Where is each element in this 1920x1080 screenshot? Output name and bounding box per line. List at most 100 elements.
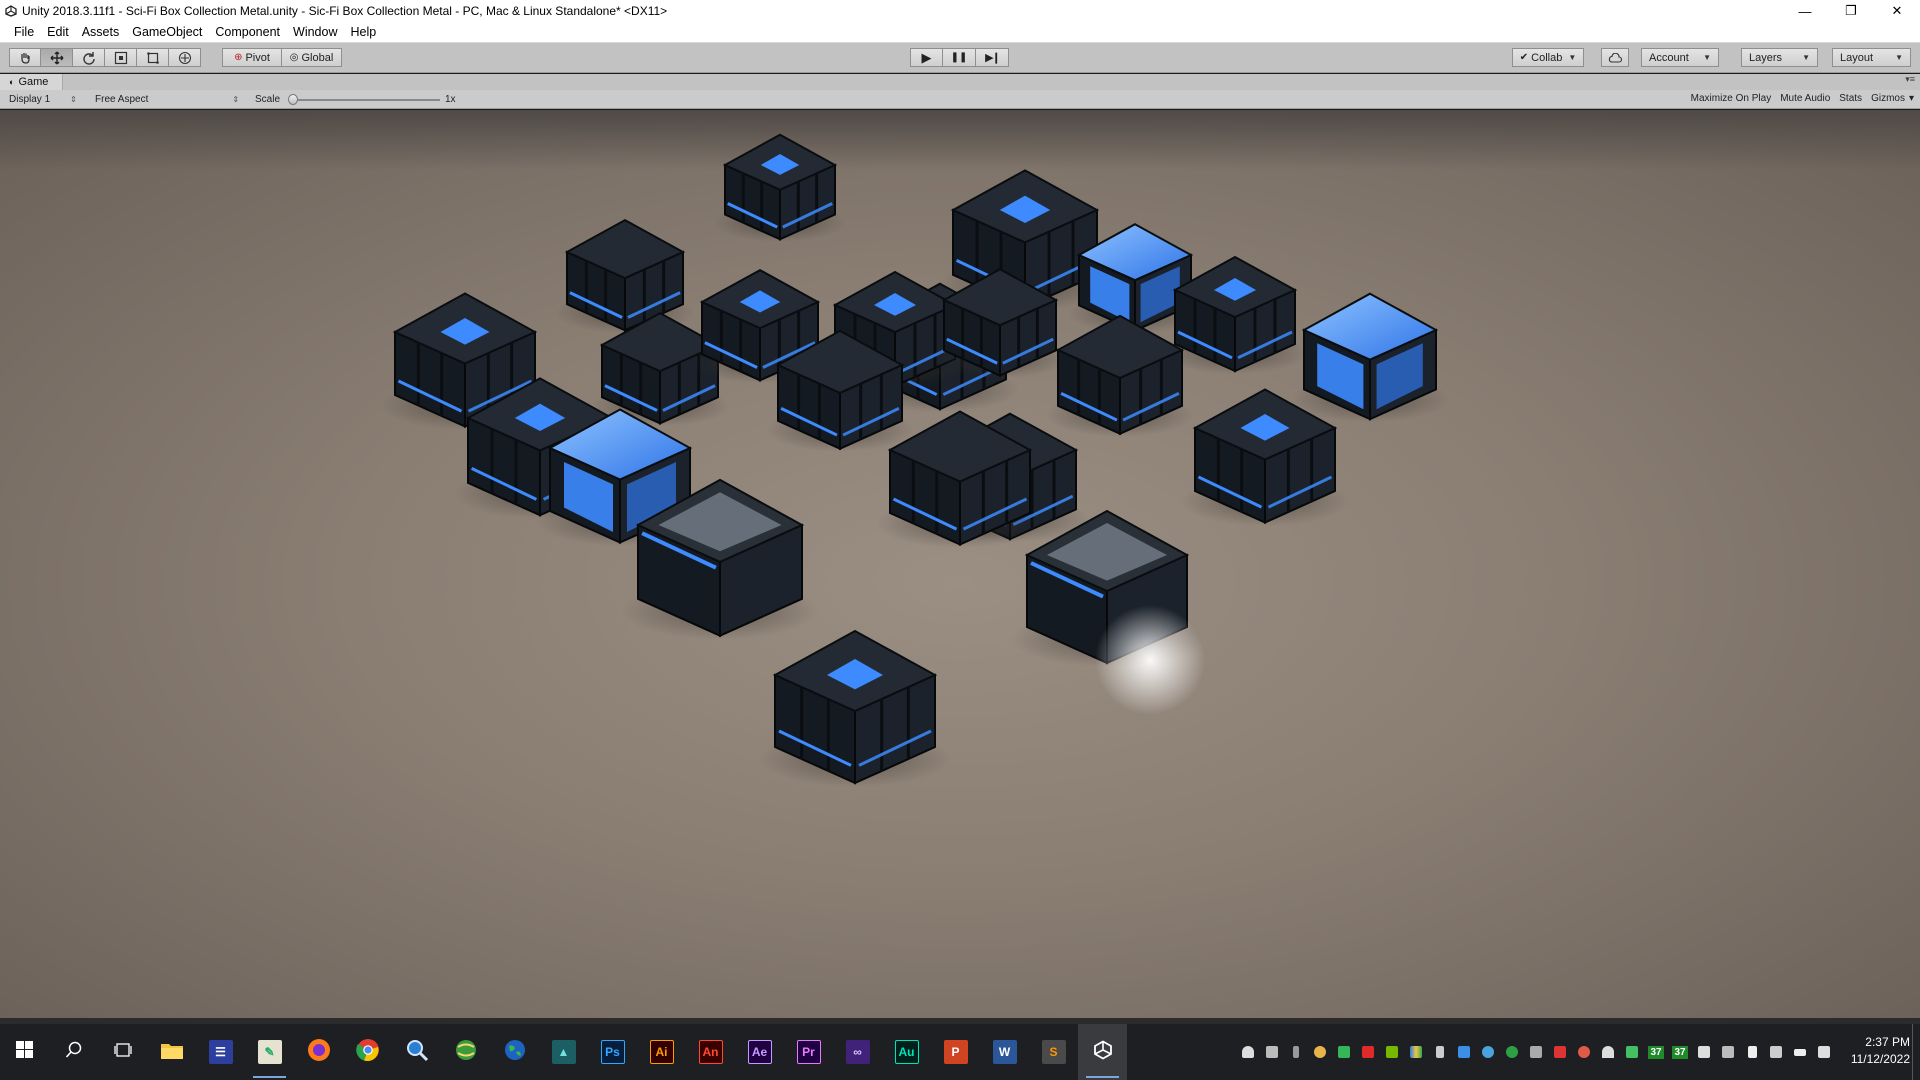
scale-slider-track[interactable] xyxy=(290,99,440,101)
system-clock[interactable]: 2:37 PM 11/12/2022 xyxy=(1840,1034,1910,1068)
tray-pdf-icon[interactable] xyxy=(1548,1024,1572,1080)
taskbar-app-unity[interactable] xyxy=(1078,1024,1127,1080)
pause-button[interactable]: ❚❚ xyxy=(943,48,976,67)
taskbar-app-store[interactable]: ☰ xyxy=(196,1024,245,1080)
tray-green-icon[interactable] xyxy=(1500,1024,1524,1080)
menu-component[interactable]: Component xyxy=(209,25,287,39)
menu-help[interactable]: Help xyxy=(344,25,383,39)
premiere-icon: Pr xyxy=(796,1040,821,1064)
tray-temp-badge-1[interactable]: 37 xyxy=(1644,1024,1668,1080)
menu-gameobject[interactable]: GameObject xyxy=(126,25,209,39)
taskbar-app-visual-studio[interactable]: ∞ xyxy=(833,1024,882,1080)
taskbar-app-powerpoint[interactable]: P xyxy=(931,1024,980,1080)
restore-button[interactable]: ❐ xyxy=(1828,0,1874,22)
show-desktop-button[interactable] xyxy=(1912,1024,1920,1080)
hand-tool-button[interactable] xyxy=(9,48,41,67)
cloud-button[interactable] xyxy=(1601,48,1629,67)
tray-printer-icon[interactable] xyxy=(1716,1024,1740,1080)
menu-file[interactable]: File xyxy=(8,25,41,39)
tray-keyboard-icon[interactable] xyxy=(1524,1024,1548,1080)
gizmos-dropdown[interactable]: Gizmos xyxy=(1871,93,1905,104)
taskbar-app-premiere[interactable]: Pr xyxy=(784,1024,833,1080)
mute-audio-toggle[interactable]: Mute Audio xyxy=(1780,93,1830,104)
tray-shield-icon[interactable] xyxy=(1332,1024,1356,1080)
display-dropdown[interactable]: Display 1 ⇕ xyxy=(9,93,77,106)
global-toggle[interactable]: ◎ Global xyxy=(282,48,342,67)
tray-leaf-icon[interactable] xyxy=(1620,1024,1644,1080)
scale-value: 1x xyxy=(445,94,456,105)
layout-dropdown[interactable]: Layout ▼ xyxy=(1832,48,1911,67)
taskbar-app-sublime[interactable]: S xyxy=(1029,1024,1078,1080)
volume-icon[interactable] xyxy=(1740,1024,1764,1080)
start-button[interactable] xyxy=(0,1024,49,1080)
taskbar-app-audition[interactable]: Au xyxy=(882,1024,931,1080)
taskbar-app-photoshop[interactable]: Ps xyxy=(588,1024,637,1080)
menu-window[interactable]: Window xyxy=(287,25,344,39)
tab-game[interactable]: ◐ Game xyxy=(0,74,64,90)
move-tool-button[interactable] xyxy=(41,48,73,67)
tray-network-app-icon[interactable] xyxy=(1260,1024,1284,1080)
minimize-button[interactable]: — xyxy=(1782,0,1828,22)
taskbar-app-after-effects[interactable]: Ae xyxy=(735,1024,784,1080)
window-title: Unity 2018.3.11f1 - Sci-Fi Box Collectio… xyxy=(22,4,668,18)
taskbar-app-firefox[interactable] xyxy=(294,1024,343,1080)
transform-tool-button[interactable] xyxy=(169,48,201,67)
taskbar-app-magnifier[interactable] xyxy=(392,1024,441,1080)
stats-toggle[interactable]: Stats xyxy=(1839,93,1862,104)
unity-icon xyxy=(1093,1039,1113,1065)
menu-assets[interactable]: Assets xyxy=(76,25,127,39)
account-dropdown[interactable]: Account ▼ xyxy=(1641,48,1719,67)
taskbar-app-earth[interactable] xyxy=(490,1024,539,1080)
layout-group: Layout ▼ xyxy=(1832,48,1911,67)
taskbar-app-file-explorer[interactable] xyxy=(147,1024,196,1080)
panel-menu-icon[interactable]: ▾≡ xyxy=(1905,74,1915,85)
globe-icon: ◎ xyxy=(289,52,299,63)
tray-temp-badge-2[interactable]: 37 xyxy=(1668,1024,1692,1080)
collab-group: ✔ Collab ▼ xyxy=(1512,48,1584,67)
tray-wifi-icon[interactable] xyxy=(1596,1024,1620,1080)
taskbar-app-3d[interactable]: ▲ xyxy=(539,1024,588,1080)
taskbar-app-globe[interactable] xyxy=(441,1024,490,1080)
tray-network-icon[interactable] xyxy=(1764,1024,1788,1080)
account-group: Account ▼ xyxy=(1641,48,1719,67)
scale-tool-button[interactable] xyxy=(105,48,137,67)
tray-sun-icon[interactable] xyxy=(1308,1024,1332,1080)
rotate-tool-button[interactable] xyxy=(73,48,105,67)
notification-icon[interactable] xyxy=(1812,1024,1836,1080)
aspect-dropdown[interactable]: Free Aspect ⇕ xyxy=(95,93,239,106)
scale-slider-thumb[interactable] xyxy=(288,94,298,105)
tray-chat-icon[interactable] xyxy=(1692,1024,1716,1080)
rect-tool-button[interactable] xyxy=(137,48,169,67)
tray-usb-icon[interactable] xyxy=(1284,1024,1308,1080)
tray-nvidia-icon[interactable] xyxy=(1380,1024,1404,1080)
tray-pen-icon[interactable] xyxy=(1428,1024,1452,1080)
layers-dropdown[interactable]: Layers ▼ xyxy=(1741,48,1818,67)
search-button[interactable] xyxy=(49,1024,98,1080)
pivot-toggle[interactable]: ⊕ Pivot xyxy=(222,48,282,67)
battery-icon[interactable] xyxy=(1788,1024,1812,1080)
step-button[interactable]: ▶❙ xyxy=(976,48,1009,67)
taskbar-app-illustrator[interactable]: Ai xyxy=(637,1024,686,1080)
play-button[interactable]: ▶ xyxy=(910,48,943,67)
tray-drive-icon[interactable] xyxy=(1404,1024,1428,1080)
tray-adobe-icon[interactable] xyxy=(1356,1024,1380,1080)
tray-person-icon[interactable] xyxy=(1236,1024,1260,1080)
tray-vpn-icon[interactable] xyxy=(1476,1024,1500,1080)
close-button[interactable]: ✕ xyxy=(1874,0,1920,22)
illustrator-icon: Ai xyxy=(649,1040,674,1064)
taskbar-app-animate[interactable]: An xyxy=(686,1024,735,1080)
maximize-on-play-toggle[interactable]: Maximize On Play xyxy=(1691,93,1772,104)
system-tray: 37 37 xyxy=(1236,1024,1836,1080)
taskbar-app-chrome[interactable] xyxy=(343,1024,392,1080)
check-icon: ✔ xyxy=(1519,52,1529,63)
collab-dropdown[interactable]: ✔ Collab ▼ xyxy=(1512,48,1584,67)
menu-edit[interactable]: Edit xyxy=(41,25,76,39)
tray-sync-icon[interactable] xyxy=(1572,1024,1596,1080)
taskbar-app-word[interactable]: W xyxy=(980,1024,1029,1080)
game-view-render[interactable] xyxy=(0,110,1920,1018)
task-view-button[interactable] xyxy=(98,1024,147,1080)
paint-icon: ✎ xyxy=(257,1040,282,1064)
move-icon xyxy=(50,51,64,65)
tray-bluetooth-icon[interactable] xyxy=(1452,1024,1476,1080)
taskbar-app-paint[interactable]: ✎ xyxy=(245,1024,294,1080)
